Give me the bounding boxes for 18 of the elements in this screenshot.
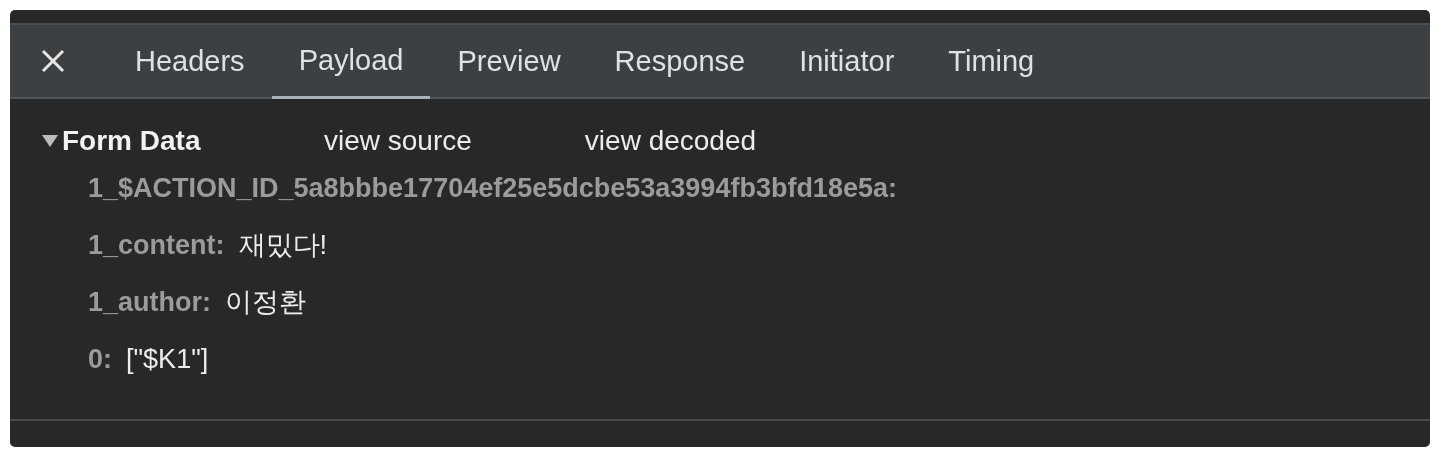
tab[interactable]: Payload <box>271 25 431 99</box>
field-key: 1_$ACTION_ID_5a8bbbe17704ef25e5dcbe53a3994fb3bfd18e5a: <box>88 172 897 204</box>
view-link[interactable]: view decoded <box>584 125 757 157</box>
section-title: Form Data <box>62 125 202 157</box>
field-value: 재밌다! <box>238 229 328 262</box>
tab[interactable]: Preview <box>430 25 588 97</box>
field-key: 1_content: <box>88 229 225 261</box>
tab[interactable]: Timing <box>921 25 1062 97</box>
tab[interactable]: Initiator <box>772 25 922 97</box>
close-icon[interactable] <box>40 48 66 74</box>
field-value: ["$K1"] <box>126 343 209 375</box>
tab[interactable]: Response <box>587 25 773 97</box>
field-key: 0: <box>88 343 112 375</box>
field-value: 이정환 <box>225 286 307 319</box>
field-key: 1_author: <box>88 286 212 318</box>
tab[interactable]: Headers <box>108 25 272 97</box>
disclosure-triangle-icon[interactable] <box>42 134 58 148</box>
view-link[interactable]: view source <box>324 125 472 157</box>
